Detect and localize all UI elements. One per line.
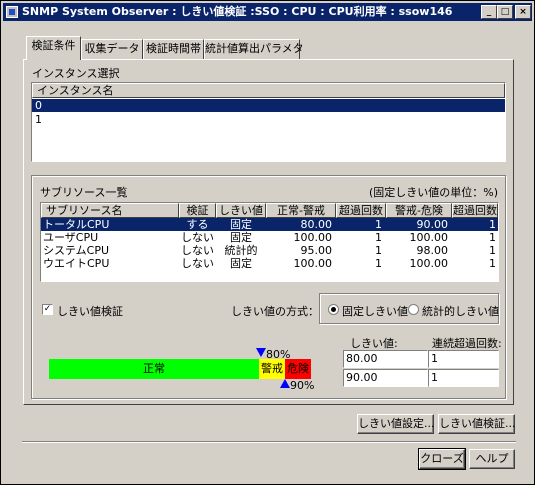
cell-verify: しない [181,231,214,244]
radio-statistical-threshold-label[interactable]: 統計的しきい値 [422,303,499,319]
cell-count-1: 1 [375,244,382,257]
warning-band: 警戒 [259,359,285,379]
col-warning-danger[interactable]: 警戒-危険 [386,203,452,218]
normal-band: 正常 [49,359,259,379]
cell-verify: しない [181,244,214,257]
minimize-button[interactable]: _ [481,5,497,19]
cell-type: 固定 [230,257,252,270]
cell-count-2: 1 [489,231,496,244]
col-exceed-count-2[interactable]: 超過回数 [452,203,498,218]
method-radio-group: 固定しきい値 統計的しきい値 [319,293,499,324]
col-verify[interactable]: 検証 [179,203,216,218]
close-window-button[interactable]: × [515,5,531,19]
cell-name: ウエイトCPU [43,257,110,270]
upper-marker-icon [256,348,266,357]
upper-threshold-input[interactable]: 80.00 [343,350,428,368]
cell-count-1: 1 [375,257,382,270]
danger-band: 危険 [285,359,311,379]
lower-threshold-input[interactable]: 90.00 [343,369,428,387]
col-subresource-name[interactable]: サブリソース名 [41,203,179,218]
table-row[interactable]: システムCPU しない 統計的 95.00 1 98.00 1 [41,244,498,257]
cell-name: ユーザCPU [43,231,99,244]
table-row[interactable]: ウエイトCPU しない 固定 100.00 1 100.00 1 [41,257,498,270]
close-button[interactable]: クローズ [418,448,466,470]
table-row[interactable]: ユーザCPU しない 固定 100.00 1 100.00 1 [41,231,498,244]
cell-normal-warning: 100.00 [293,257,333,270]
cell-name: トータルCPU [43,218,110,231]
subresource-section-label: サブリソース一覧 [40,186,128,199]
threshold-count-header: 連続超過回数: [432,337,502,350]
cell-normal-warning: 95.00 [300,244,333,257]
threshold-verify-checkbox[interactable]: ✓ [42,304,53,315]
help-button[interactable]: ヘルプ [469,449,515,469]
threshold-value-header: しきい値: [350,337,398,350]
lower-marker-label: 90% [290,379,315,392]
cell-type: 固定 [230,231,252,244]
radio-statistical-threshold[interactable] [408,304,419,315]
cell-count-2: 1 [489,257,496,270]
cell-count-2: 1 [489,244,496,257]
method-label: しきい値の方式： [231,305,319,318]
threshold-set-button[interactable]: しきい値設定... [357,414,435,434]
cell-warning-danger: 90.00 [416,218,449,231]
cell-type: 統計的 [224,244,258,257]
threshold-verify-label: しきい値検証 [57,305,123,318]
cell-count-1: 1 [375,218,382,231]
subresource-group: サブリソース一覧 (固定しきい値の単位：%) サブリソース名 検証 しきい値 正… [31,175,506,399]
cell-count-2: 1 [489,218,496,231]
title-bar[interactable]: SNMP System Observer : しきい値検証 :SSO : CPU… [3,3,532,21]
tab-panel-verify-conditions: インスタンス選択 インスタンス名 0 1 サブリソース一覧 (固定しきい値の単位… [23,59,514,405]
maximize-button[interactable]: □ [497,5,513,19]
tab-collected-data[interactable]: 収集データ [81,39,143,59]
unit-note: (固定しきい値の単位：%) [369,186,499,199]
cell-verify: する [186,218,209,231]
upper-count-input[interactable]: 1 [428,350,499,368]
cell-warning-danger: 98.00 [416,244,449,257]
radio-fixed-threshold[interactable] [328,304,339,315]
cell-normal-warning: 80.00 [300,218,333,231]
app-window: SNMP System Observer : しきい値検証 :SSO : CPU… [0,0,535,485]
subresource-table[interactable]: サブリソース名 検証 しきい値 正常-警戒 超過回数 警戒-危険 超過回数 トー… [40,202,499,282]
instance-column-header[interactable]: インスタンス名 [32,83,505,98]
app-icon [6,6,18,18]
lower-marker-icon [280,379,290,388]
instance-item[interactable]: 1 [32,113,505,126]
radio-fixed-threshold-label[interactable]: 固定しきい値 [342,303,408,319]
tab-verify-conditions[interactable]: 検証条件 [26,36,81,60]
col-normal-warning[interactable]: 正常-警戒 [266,203,336,218]
cell-name: システムCPU [43,244,110,257]
col-exceed-count-1[interactable]: 超過回数 [336,203,386,218]
threshold-verify-button[interactable]: しきい値検証... [438,414,516,434]
instance-item[interactable]: 0 [32,99,505,112]
cell-warning-danger: 100.00 [409,257,449,270]
window-title: SNMP System Observer : しきい値検証 :SSO : CPU… [22,5,453,18]
instance-list[interactable]: インスタンス名 0 1 [31,82,506,162]
separator [22,441,516,443]
cell-type: 固定 [230,218,252,231]
lower-count-input[interactable]: 1 [428,369,499,387]
table-row[interactable]: トータルCPU する 固定 80.00 1 90.00 1 [41,218,498,231]
cell-verify: しない [181,257,214,270]
col-threshold-type[interactable]: しきい値 [216,203,266,218]
cell-warning-danger: 100.00 [409,231,449,244]
instance-section-label: インスタンス選択 [32,67,120,80]
tab-verify-timeslot[interactable]: 検証時間帯 [143,39,204,59]
cell-normal-warning: 100.00 [293,231,333,244]
tab-stats-parameters[interactable]: 統計値算出パラメタ [204,39,304,59]
cell-count-1: 1 [375,231,382,244]
